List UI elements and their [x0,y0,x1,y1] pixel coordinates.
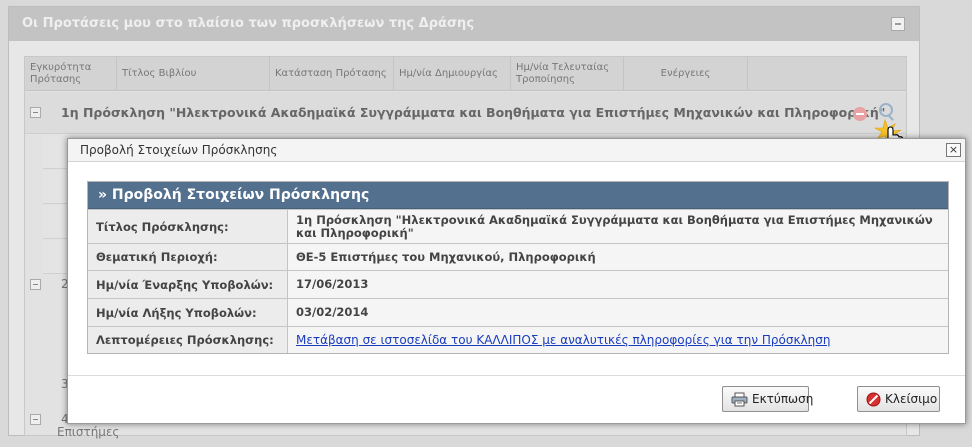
details-header: » Προβολή Στοιχείων Πρόσκλησης [88,182,948,209]
close-icon[interactable]: × [946,143,961,157]
column-header[interactable]: Ημ/νία Τελευταίας Τροποίησης [511,57,624,90]
call-details-table: » Προβολή Στοιχείων Πρόσκλησης Τίτλος Πρ… [87,181,949,354]
column-header[interactable]: Ημ/νία Δημιουργίας [394,57,511,90]
column-header[interactable]: Κατάσταση Πρότασης [270,57,394,90]
details-row: Ημ/νία Λήξης Υποβολών: 03/02/2014 [88,298,948,326]
dialog-body: » Προβολή Στοιχείων Πρόσκλησης Τίτλος Πρ… [68,162,965,400]
column-header: Ενέργειες [624,57,748,90]
group-label: 1η Πρόσκληση "Ηλεκτρονικά Ακαδημαϊκά Συγ… [61,105,886,120]
close-button[interactable]: Κλείσιμο [857,386,940,412]
remove-icon[interactable] [853,107,867,121]
close-button-label: Κλείσιμο [885,392,938,406]
details-label: Λεπτομέρειες Πρόσκλησης: [88,327,288,353]
kallipos-details-link[interactable]: Μετάβαση σε ιστοσελίδα του ΚΑΛΛΙΠΟΣ με α… [296,333,830,347]
panel-title-text: Οι Προτάσεις μου στο πλαίσιο των προσκλή… [22,16,475,31]
subject-area-label: Θεματική Περιοχή: [88,244,288,270]
call-title-label: Τίτλος Πρόσκλησης: [88,210,288,243]
group-row[interactable]: 1η Πρόσκληση "Ηλεκτρονικά Ακαδημαϊκά Συγ… [25,92,906,134]
details-row: Ημ/νία Έναρξης Υποβολών: 17/06/2013 [88,270,948,298]
call-details-dialog: Προβολή Στοιχείων Πρόσκλησης × » Προβολή… [67,138,966,424]
collapse-group-icon[interactable] [30,279,41,290]
details-row: Λεπτομέρειες Πρόσκλησης: Μετάβαση σε ιστ… [88,326,948,353]
column-header[interactable]: Εγκυρότητα Πρότασης [25,57,117,90]
collapse-panel-icon[interactable] [891,17,905,31]
details-row: Θεματική Περιοχή: ΘΕ-5 Επιστήμες του Μηχ… [88,243,948,270]
panel-title: Οι Προτάσεις μου στο πλαίσιο των προσκλή… [9,7,919,41]
print-button[interactable]: Εκτύπωση [722,386,813,412]
table-header: Εγκυρότητα Πρότασης Τίτλος Βιβλίου Κατάσ… [25,57,906,91]
details-row: Τίτλος Πρόσκλησης: 1η Πρόσκληση "Ηλεκτρο… [88,209,948,243]
call-title-value: 1η Πρόσκληση "Ηλεκτρονικά Ακαδημαϊκά Συγ… [288,210,948,243]
details-value: Μετάβαση σε ιστοσελίδα του ΚΑΛΛΙΠΟΣ με α… [288,327,948,353]
printer-icon [731,392,748,407]
dialog-titlebar[interactable]: Προβολή Στοιχείων Πρόσκλησης × [68,139,965,162]
dialog-footer: Εκτύπωση Κλείσιμο [68,375,965,423]
column-header[interactable]: Τίτλος Βιβλίου [117,57,270,90]
end-date-value: 03/02/2014 [288,299,948,326]
subject-area-value: ΘΕ-5 Επιστήμες του Μηχανικού, Πληροφορικ… [288,244,948,270]
cancel-icon [866,392,881,407]
collapse-group-icon[interactable] [30,107,41,118]
print-button-label: Εκτύπωση [752,392,814,406]
start-date-label: Ημ/νία Έναρξης Υποβολών: [88,271,288,298]
end-date-label: Ημ/νία Λήξης Υποβολών: [88,299,288,326]
start-date-value: 17/06/2013 [288,271,948,298]
dialog-title: Προβολή Στοιχείων Πρόσκλησης [80,143,278,157]
